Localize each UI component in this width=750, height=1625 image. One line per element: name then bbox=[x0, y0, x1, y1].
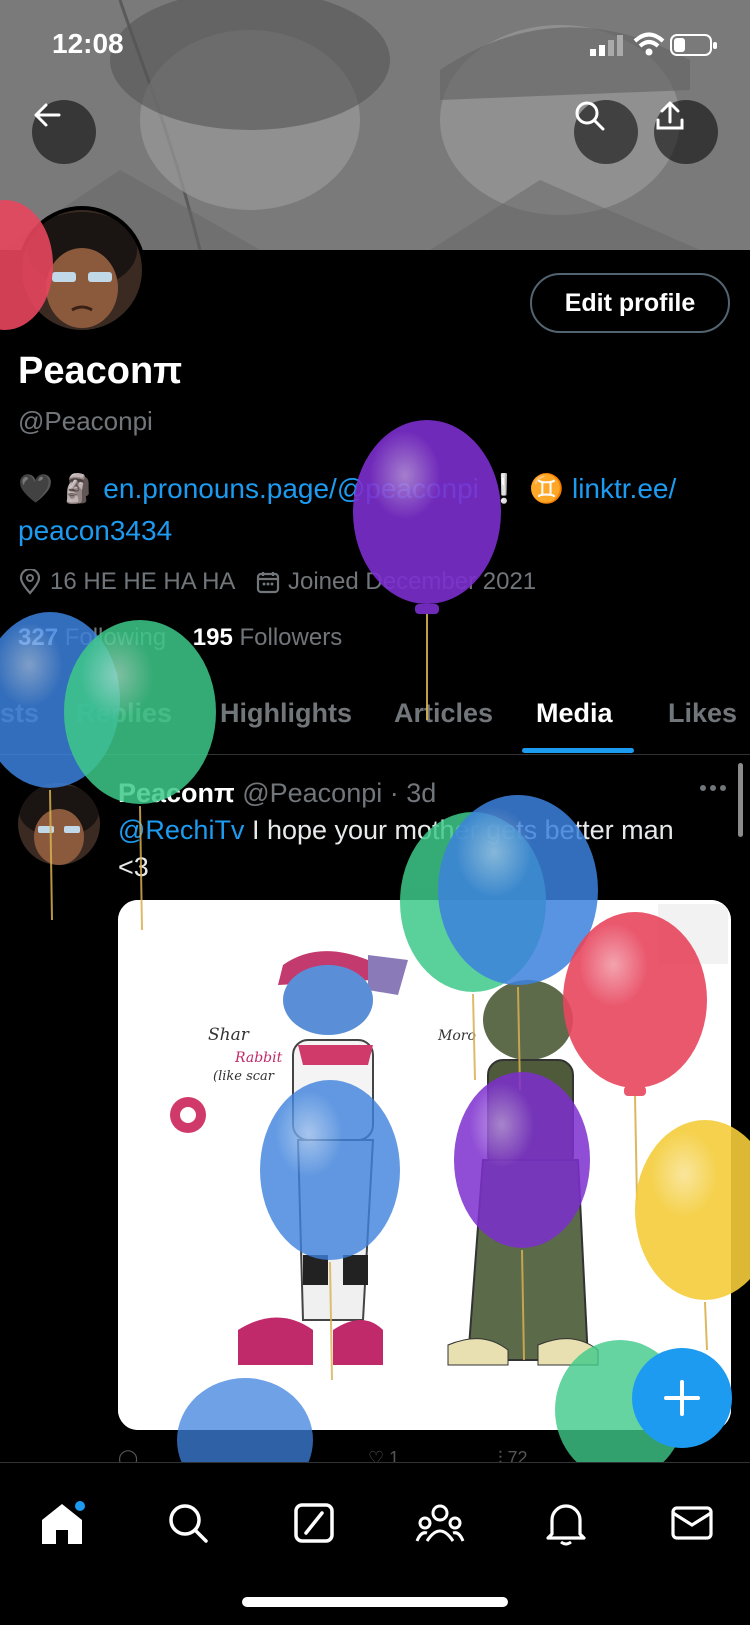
tab-media[interactable]: Media bbox=[536, 698, 613, 729]
balloon-blue-left bbox=[0, 612, 120, 921]
share-button[interactable] bbox=[654, 100, 718, 164]
profile-display-name: Peaconπ bbox=[18, 350, 183, 392]
profile-tabs: sts Replies Highlights Articles Media Li… bbox=[0, 690, 750, 755]
bio-link-pronouns[interactable]: en.pronouns.page/@peaconpi bbox=[103, 473, 479, 504]
tweet-text: @RechiTv I hope your mother gets better … bbox=[118, 812, 718, 886]
tweet-body: I hope your mother gets better man bbox=[244, 815, 674, 845]
compose-post-button[interactable] bbox=[632, 1348, 732, 1448]
status-time: 12:08 bbox=[52, 28, 124, 59]
plus-icon bbox=[664, 1380, 700, 1416]
bio-link-linktree[interactable]: linktr.ee/ bbox=[572, 473, 676, 504]
bio-emoji: 🖤 🗿 bbox=[18, 473, 96, 504]
calendar-icon bbox=[256, 572, 280, 594]
sketch-note-moro: Moro bbox=[437, 1028, 476, 1044]
nav-grok[interactable] bbox=[286, 1495, 342, 1551]
followers-link[interactable]: 195 Followers bbox=[193, 624, 342, 651]
scrollbar[interactable] bbox=[738, 763, 743, 837]
tab-highlights[interactable]: Highlights bbox=[220, 698, 352, 729]
search-icon bbox=[169, 1504, 208, 1543]
tweet-mention[interactable]: @RechiTv bbox=[118, 815, 244, 845]
following-link[interactable]: 327 Following bbox=[18, 624, 166, 651]
nav-search[interactable] bbox=[160, 1495, 216, 1551]
search-icon bbox=[575, 101, 605, 131]
sketch-note-shar: Shar bbox=[208, 1025, 250, 1045]
profile-location: 16 HE HE HA HA bbox=[18, 568, 235, 596]
sketch-note-scar: (like scar bbox=[213, 1069, 275, 1084]
tweet-body-cont: <3 bbox=[118, 852, 149, 882]
tab-articles[interactable]: Articles bbox=[394, 698, 493, 729]
active-tab-indicator bbox=[522, 748, 634, 753]
location-text: 16 HE HE HA HA bbox=[50, 568, 236, 595]
grok-icon bbox=[294, 1503, 334, 1543]
back-button[interactable] bbox=[32, 100, 96, 164]
share-icon bbox=[656, 101, 684, 130]
tab-likes[interactable]: Likes bbox=[668, 698, 737, 729]
communities-icon bbox=[415, 1504, 465, 1542]
profile-joined: Joined December 2021 bbox=[256, 568, 536, 596]
bell-icon bbox=[546, 1504, 586, 1546]
nav-messages[interactable] bbox=[664, 1495, 720, 1551]
mail-icon bbox=[671, 1506, 713, 1540]
bio-link-linktree-cont[interactable]: peacon3434 bbox=[18, 515, 172, 547]
profile-bio-line1: 🖤 🗿 en.pronouns.page/@peaconpi ❕ ♊ linkt… bbox=[18, 472, 676, 505]
profile-avatar[interactable] bbox=[18, 206, 146, 334]
more-options-icon[interactable] bbox=[698, 780, 728, 798]
search-button[interactable] bbox=[574, 100, 638, 164]
tweet-media-image[interactable]: Shar Rabbit (like scar Moro bbox=[118, 900, 731, 1430]
tab-replies[interactable]: Replies bbox=[76, 698, 172, 729]
profile-handle: @Peaconpi bbox=[18, 406, 153, 436]
follow-stats: 327 Following 195 Followers bbox=[18, 624, 342, 652]
tab-posts[interactable]: sts bbox=[0, 698, 39, 729]
sketch-note-rabbit: Rabbit bbox=[234, 1050, 283, 1066]
edit-profile-button[interactable]: Edit profile bbox=[530, 273, 730, 333]
location-pin-icon bbox=[19, 569, 41, 595]
nav-communities[interactable] bbox=[412, 1495, 468, 1551]
tweet-handle-time: @Peaconpi · 3d bbox=[242, 778, 437, 808]
home-indicator[interactable] bbox=[242, 1597, 508, 1607]
tweet-avatar[interactable] bbox=[18, 783, 100, 865]
profile-banner: 12:08 bbox=[0, 0, 750, 250]
bio-emoji-mid: ❕ ♊ bbox=[486, 473, 565, 504]
tweet-author[interactable]: Peaconπ @Peaconpi · 3d bbox=[118, 778, 436, 809]
nav-home[interactable] bbox=[34, 1495, 90, 1551]
back-arrow-icon bbox=[34, 103, 61, 127]
nav-notifications[interactable] bbox=[538, 1495, 594, 1551]
home-icon bbox=[42, 1501, 85, 1544]
joined-text: Joined December 2021 bbox=[288, 568, 537, 595]
